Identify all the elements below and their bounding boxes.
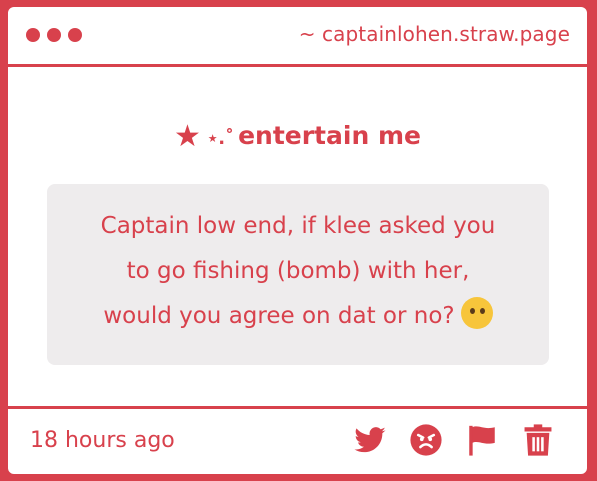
question-line: Captain low end, if klee asked you bbox=[100, 213, 496, 239]
message-card: ~ captainlohen.straw.page ★ ⋆.˚ entertain … bbox=[6, 5, 589, 476]
action-icons bbox=[353, 423, 555, 457]
heading-text: entertain me bbox=[238, 121, 421, 150]
window-dot[interactable] bbox=[26, 28, 40, 42]
title-bar: ~ captainlohen.straw.page bbox=[8, 7, 587, 67]
thinking-face-emoji bbox=[460, 297, 493, 329]
card-footer: 18 hours ago bbox=[8, 406, 587, 474]
flag-icon[interactable] bbox=[465, 423, 499, 457]
question-line: to go fishing (bomb) with her, bbox=[126, 258, 470, 284]
card-heading: ★ ⋆.˚ entertain me bbox=[8, 119, 587, 154]
window-controls bbox=[26, 28, 82, 42]
sparkle-decoration: ⋆.˚ bbox=[206, 128, 235, 149]
window-dot[interactable] bbox=[47, 28, 61, 42]
question-bubble: Captain low end, if klee asked you to go… bbox=[47, 184, 549, 365]
twitter-icon[interactable] bbox=[353, 423, 387, 457]
angry-face-icon[interactable] bbox=[409, 423, 443, 457]
page-url[interactable]: ~ captainlohen.straw.page bbox=[299, 22, 570, 46]
question-line: would you agree on dat or no? bbox=[47, 294, 549, 339]
timestamp: 18 hours ago bbox=[30, 428, 175, 453]
star-icon: ★ bbox=[174, 119, 201, 154]
trash-icon[interactable] bbox=[521, 423, 555, 457]
window-dot[interactable] bbox=[68, 28, 82, 42]
question-text: Captain low end, if klee asked you to go… bbox=[47, 204, 549, 339]
